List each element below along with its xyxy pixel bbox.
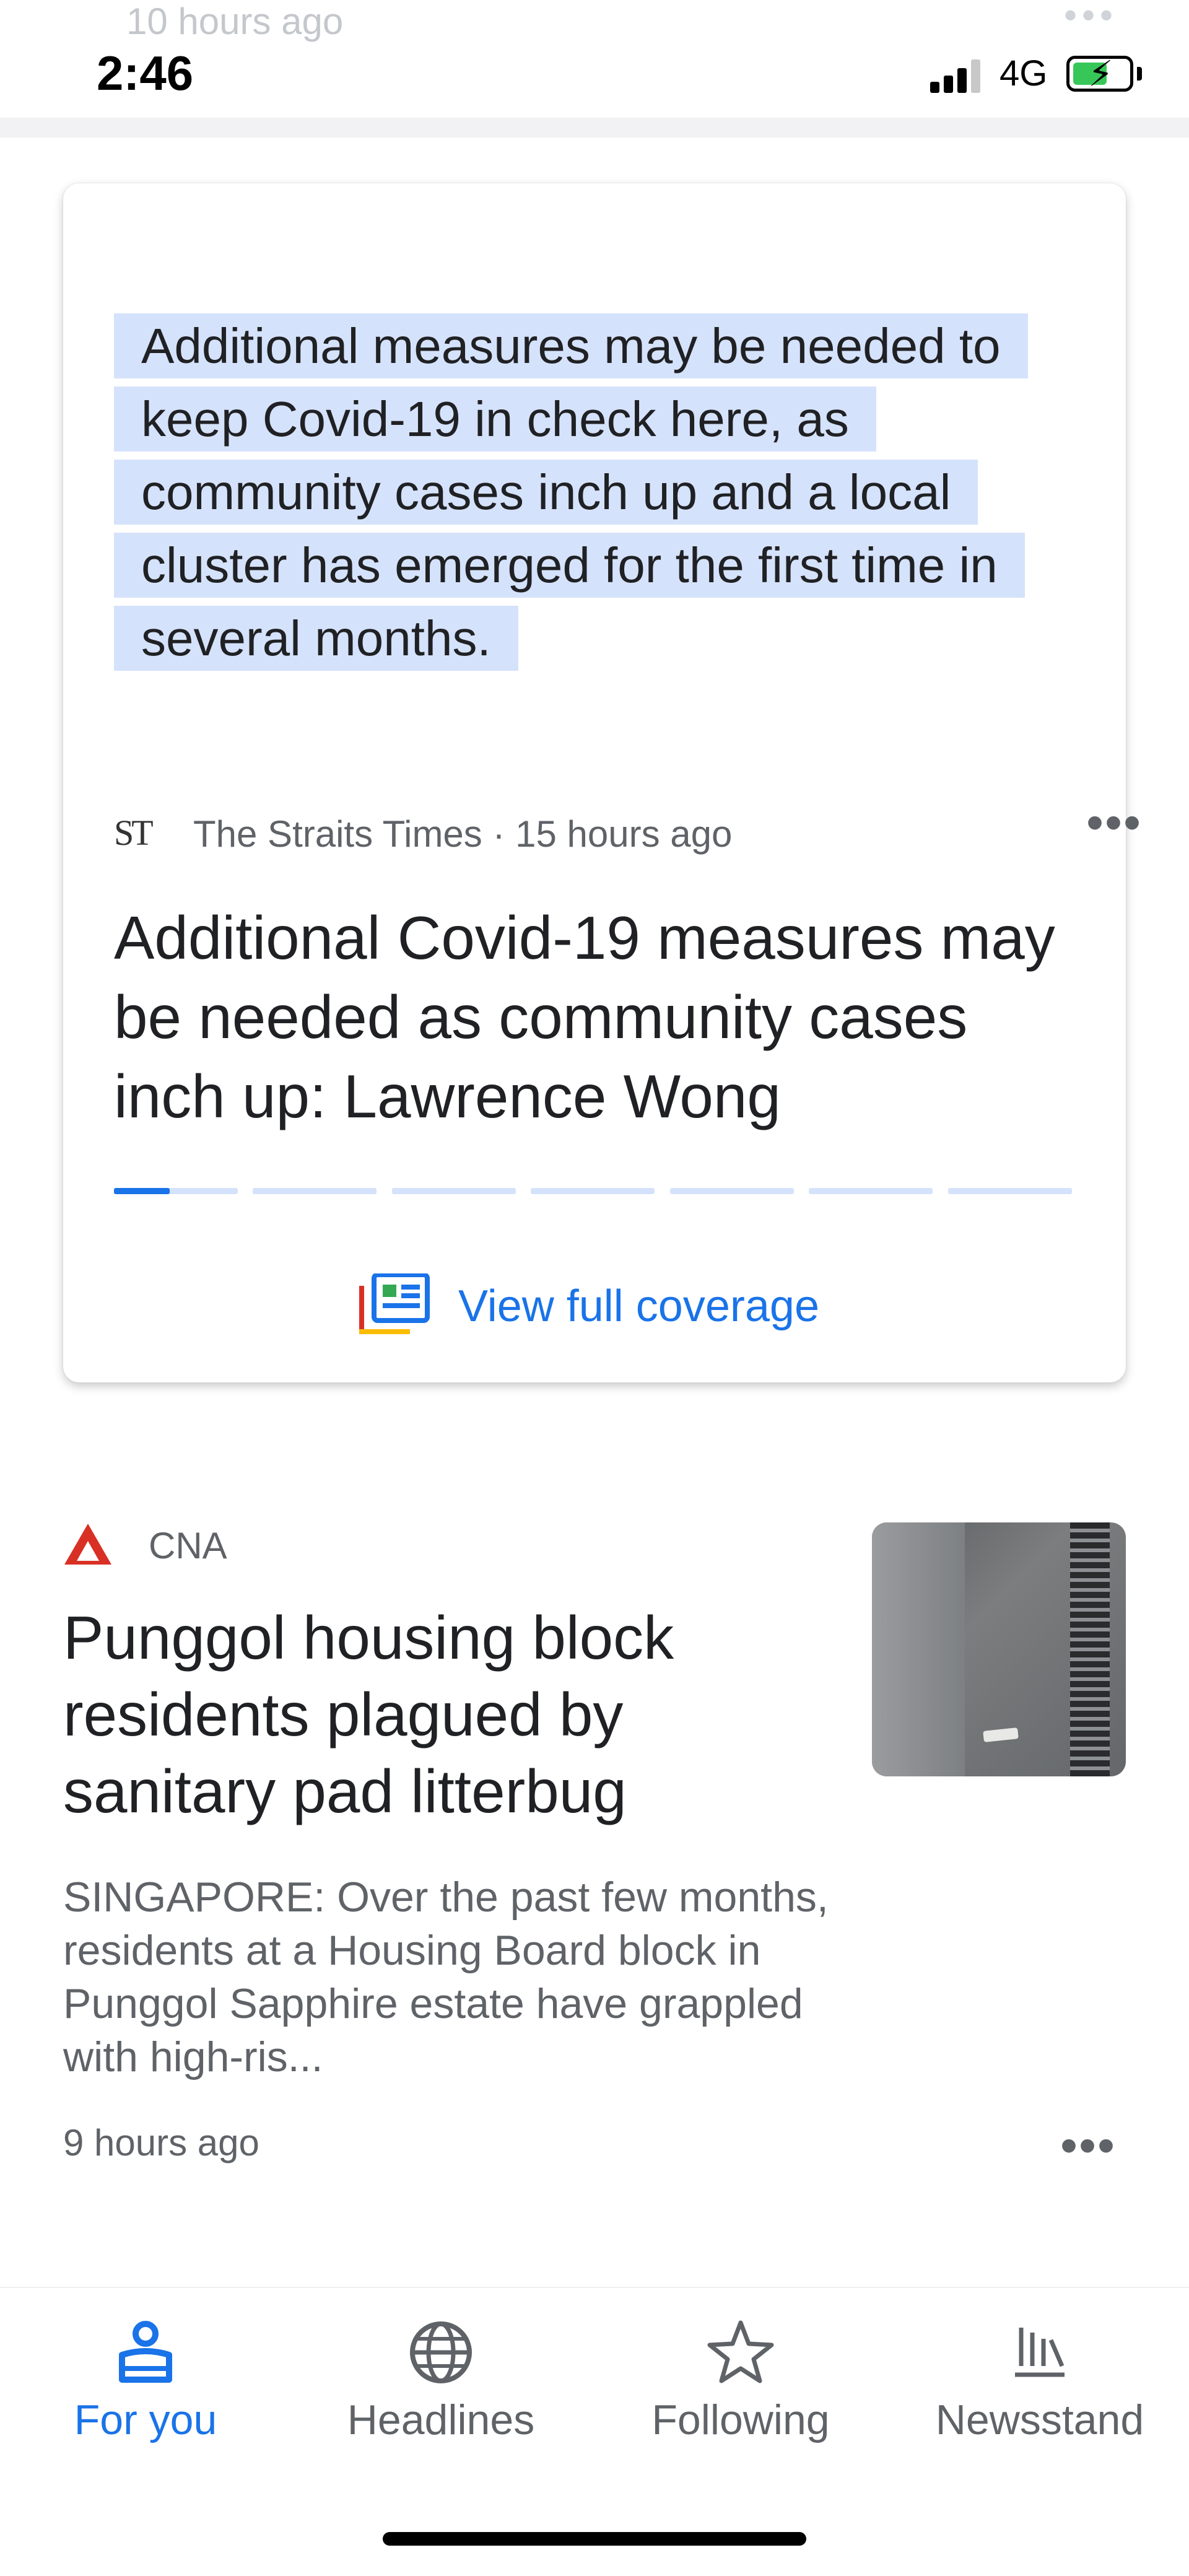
home-indicator[interactable] xyxy=(383,2532,806,2546)
for-you-icon xyxy=(119,2321,172,2383)
battery-icon: ⚡ xyxy=(1066,56,1133,92)
card-source-row: ST The Straits Times · 15 hours ago ••• xyxy=(114,798,1141,861)
article-thumbnail[interactable] xyxy=(872,1522,1126,1776)
carousel-segment xyxy=(948,1188,1072,1194)
carousel-segment xyxy=(392,1188,516,1194)
cna-logo-icon xyxy=(64,1524,111,1565)
article-more-options-icon[interactable]: ••• xyxy=(1060,2121,1116,2170)
nav-label-newsstand: Newsstand xyxy=(935,2396,1144,2443)
ghost-time-text: 10 hours ago xyxy=(126,1,344,42)
nav-headlines[interactable]: Headlines xyxy=(291,2288,591,2474)
nav-newsstand[interactable]: Newsstand xyxy=(891,2288,1189,2474)
carousel-segment xyxy=(809,1188,933,1194)
article-timestamp: 9 hours ago xyxy=(63,2122,259,2163)
view-full-coverage-button[interactable]: View full coverage xyxy=(358,1271,915,1339)
card-headline[interactable]: Additional Covid-19 measures may be need… xyxy=(114,898,1080,1136)
carousel-segment xyxy=(253,1188,377,1194)
status-bar: 10 hours ago ••• 2:46 4G ⚡ xyxy=(0,0,1189,118)
charging-bolt-icon: ⚡ xyxy=(1088,54,1113,94)
bottom-navigation: For you Headlines Following Newsstand xyxy=(0,2287,1189,2576)
battery-tip xyxy=(1137,67,1142,81)
highlighted-quote-text: Additional measures may be needed to kee… xyxy=(114,313,1028,671)
nav-label-following: Following xyxy=(651,2396,830,2443)
carousel-segment-active xyxy=(114,1188,170,1194)
full-coverage-icon xyxy=(359,1273,430,1334)
globe-icon xyxy=(410,2321,472,2383)
view-full-coverage-label: View full coverage xyxy=(458,1281,819,1331)
carousel-segment xyxy=(531,1188,655,1194)
star-icon xyxy=(707,2320,774,2383)
carousel-progress xyxy=(114,1188,1075,1194)
article-headline[interactable]: Punggol housing block residents plagued … xyxy=(63,1599,825,1830)
carousel-segment xyxy=(670,1188,794,1194)
card-source-meta: The Straits Times · 15 hours ago xyxy=(193,813,733,855)
story-quote: Additional measures may be needed to kee… xyxy=(114,310,1028,675)
status-clock: 2:46 xyxy=(97,46,194,100)
straits-times-logo: ST xyxy=(114,813,154,853)
card-more-options-icon[interactable]: ••• xyxy=(1086,798,1142,847)
network-type: 4G xyxy=(1000,53,1048,94)
ghost-dots: ••• xyxy=(1064,0,1118,36)
newsstand-icon xyxy=(1015,2328,1065,2377)
article-source: CNA xyxy=(149,1525,227,1566)
cellular-signal-icon xyxy=(930,59,986,93)
nav-label-headlines: Headlines xyxy=(347,2396,535,2443)
nav-following[interactable]: Following xyxy=(591,2288,891,2474)
nav-label-for-you: For you xyxy=(74,2396,217,2443)
feed-top-strip xyxy=(0,118,1189,138)
nav-for-you[interactable]: For you xyxy=(0,2288,291,2474)
article-snippet: SINGAPORE: Over the past few months, res… xyxy=(63,1874,829,2080)
story-card[interactable]: Additional measures may be needed to kee… xyxy=(63,183,1141,1382)
